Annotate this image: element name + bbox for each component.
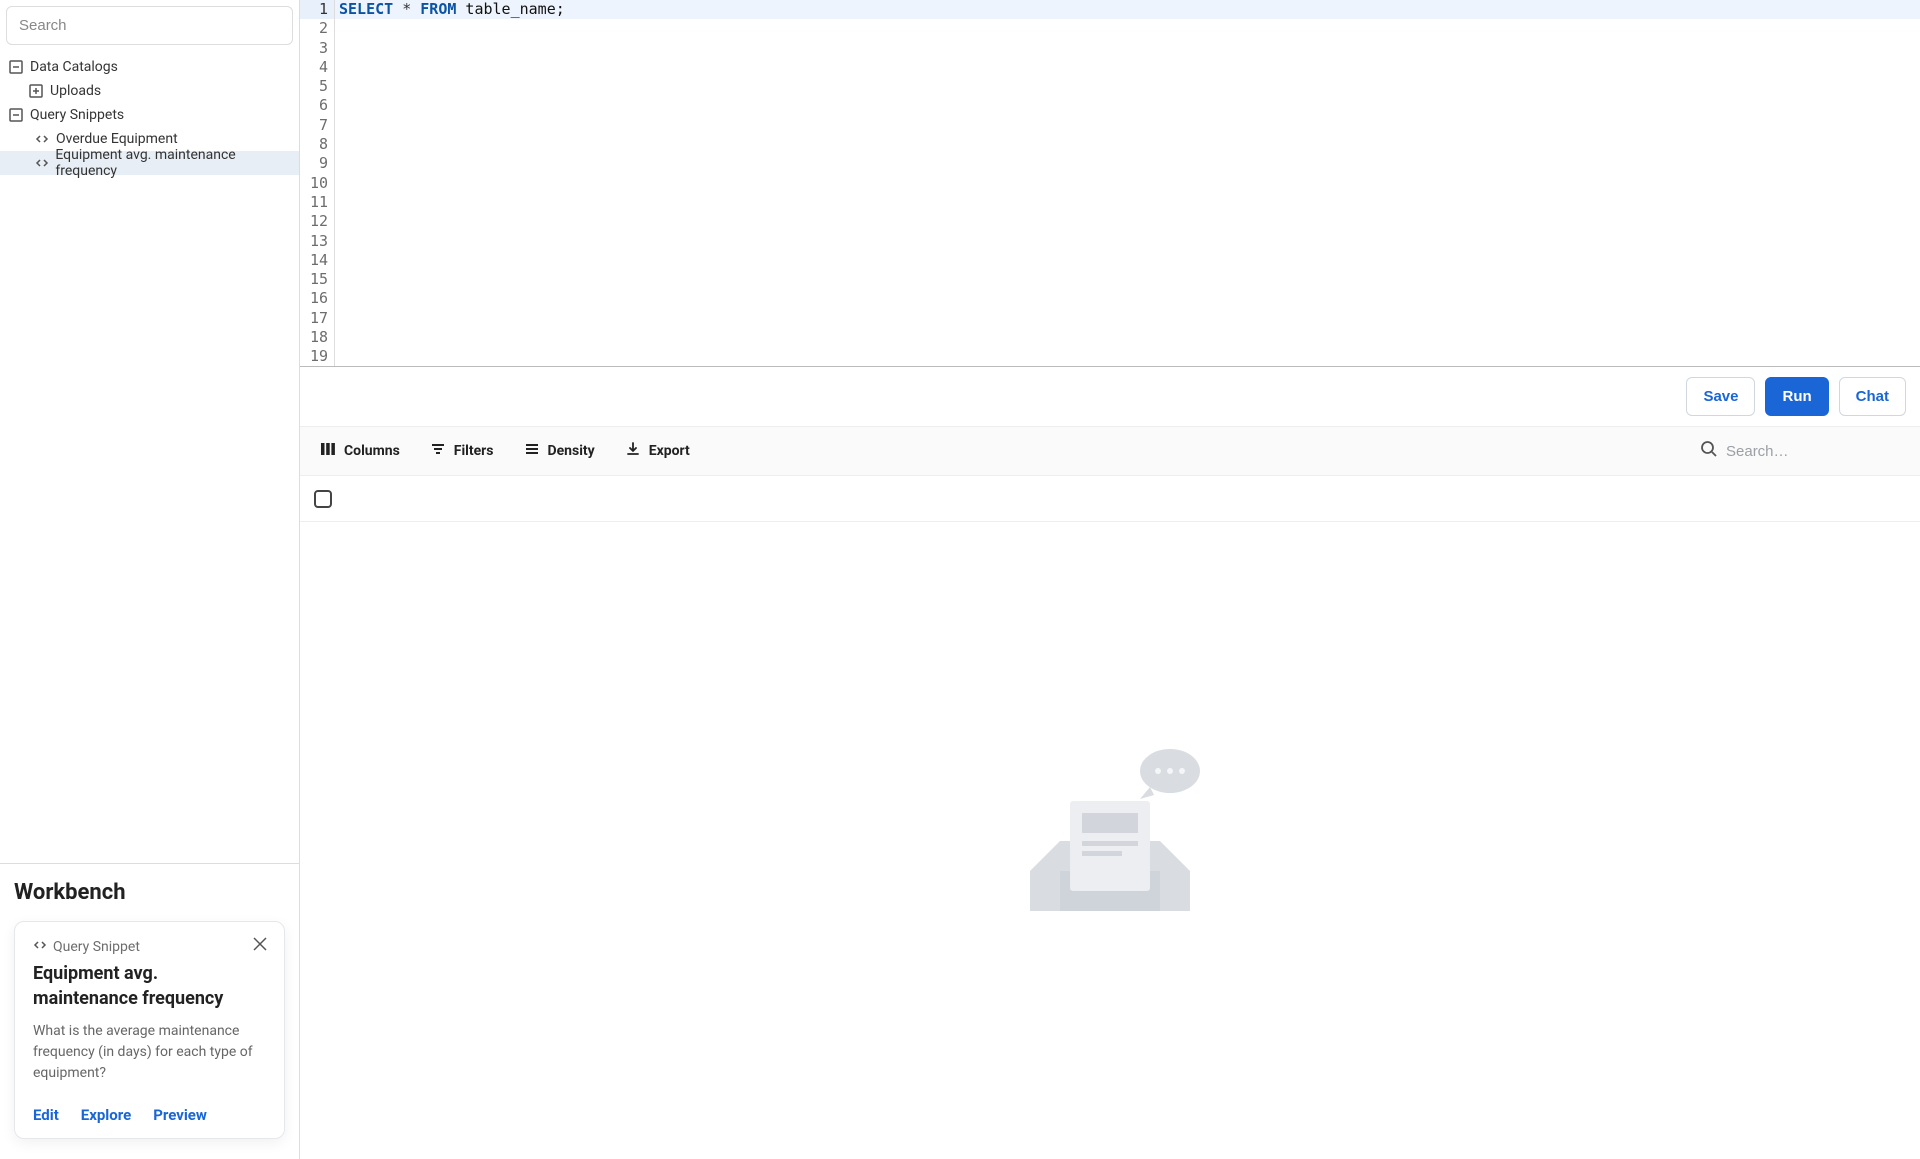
line-number: 3: [300, 39, 334, 58]
line-number: 15: [300, 270, 334, 289]
tree-item-data-catalogs[interactable]: Data Catalogs: [0, 55, 299, 79]
empty-results-illustration: [300, 522, 1920, 1159]
filter-icon: [430, 441, 446, 461]
density-icon: [524, 441, 540, 461]
tree-item-query-snippets[interactable]: Query Snippets: [0, 103, 299, 127]
plus-square-icon[interactable]: [28, 83, 44, 99]
line-number: 19: [300, 347, 334, 366]
sql-token-star: *: [393, 0, 420, 18]
code-line-1[interactable]: SELECT * FROM table_name;: [335, 0, 1920, 19]
workbench-card: Query Snippet Equipment avg. maintenance…: [14, 921, 285, 1139]
sidebar-search-wrap: [0, 0, 299, 51]
line-number: 2: [300, 19, 334, 38]
results-header-row: [300, 476, 1920, 522]
line-number: 5: [300, 77, 334, 96]
columns-icon: [320, 441, 336, 461]
minus-square-icon[interactable]: [8, 59, 24, 75]
line-number: 8: [300, 135, 334, 154]
sidebar: Data Catalogs Uploads Query Snippets Ove…: [0, 0, 300, 1159]
export-label: Export: [649, 443, 690, 459]
editor-gutter: 12345678910111213141516171819: [300, 0, 335, 366]
line-number: 11: [300, 193, 334, 212]
close-icon[interactable]: [246, 930, 274, 958]
chat-button[interactable]: Chat: [1839, 377, 1906, 416]
line-number: 14: [300, 251, 334, 270]
tree-label: Overdue Equipment: [56, 131, 178, 147]
line-number: 9: [300, 154, 334, 173]
export-button[interactable]: Export: [619, 433, 696, 469]
card-description: What is the average maintenance frequenc…: [33, 1021, 266, 1084]
card-kicker-text: Query Snippet: [53, 939, 140, 955]
tree-label: Query Snippets: [30, 107, 124, 123]
edit-button[interactable]: Edit: [33, 1106, 59, 1124]
sql-identifier: table_name;: [456, 0, 564, 18]
columns-button[interactable]: Columns: [314, 433, 406, 469]
line-number: 18: [300, 328, 334, 347]
sql-keyword-from: FROM: [420, 0, 456, 18]
results-search: [1700, 440, 1906, 462]
main-area: 12345678910111213141516171819 SELECT * F…: [300, 0, 1920, 1159]
sidebar-tree: Data Catalogs Uploads Query Snippets Ove…: [0, 51, 299, 863]
tree-item-uploads[interactable]: Uploads: [0, 79, 299, 103]
results-toolbar: Columns Filters Density Export: [300, 426, 1920, 476]
preview-button[interactable]: Preview: [153, 1106, 207, 1124]
results-search-input[interactable]: [1726, 443, 1906, 460]
line-number: 10: [300, 174, 334, 193]
tree-label: Data Catalogs: [30, 59, 118, 75]
line-number: 16: [300, 289, 334, 308]
density-button[interactable]: Density: [518, 433, 601, 469]
sidebar-search-input[interactable]: [6, 6, 293, 45]
line-number: 4: [300, 58, 334, 77]
tree-label: Equipment avg. maintenance frequency: [55, 147, 291, 179]
editor-actionbar: Save Run Chat: [300, 367, 1920, 426]
workbench-title: Workbench: [14, 880, 285, 905]
card-actions: Edit Explore Preview: [33, 1106, 266, 1124]
code-icon: [33, 938, 47, 956]
card-kicker: Query Snippet: [33, 938, 266, 956]
minus-square-icon[interactable]: [8, 107, 24, 123]
save-button[interactable]: Save: [1686, 377, 1755, 416]
tree-item-snippet-avg[interactable]: Equipment avg. maintenance frequency: [0, 151, 299, 175]
select-all-checkbox[interactable]: [314, 490, 332, 508]
line-number: 17: [300, 309, 334, 328]
search-icon: [1700, 440, 1718, 462]
explore-button[interactable]: Explore: [81, 1106, 131, 1124]
filters-label: Filters: [454, 443, 494, 459]
download-icon: [625, 441, 641, 461]
line-number: 13: [300, 232, 334, 251]
density-label: Density: [548, 443, 595, 459]
line-number: 1: [300, 0, 334, 19]
sql-editor[interactable]: 12345678910111213141516171819 SELECT * F…: [300, 0, 1920, 367]
run-button[interactable]: Run: [1765, 377, 1828, 416]
line-number: 7: [300, 116, 334, 135]
code-icon: [34, 155, 49, 171]
line-number: 12: [300, 212, 334, 231]
sql-keyword-select: SELECT: [339, 0, 393, 18]
columns-label: Columns: [344, 443, 400, 459]
line-number: 6: [300, 96, 334, 115]
workbench-panel: Workbench Query Snippet Equipment avg. m…: [0, 863, 299, 1159]
code-icon: [34, 131, 50, 147]
tree-label: Uploads: [50, 83, 101, 99]
editor-content[interactable]: SELECT * FROM table_name;: [335, 0, 1920, 366]
card-title: Equipment avg. maintenance frequency: [33, 962, 266, 1011]
filters-button[interactable]: Filters: [424, 433, 500, 469]
